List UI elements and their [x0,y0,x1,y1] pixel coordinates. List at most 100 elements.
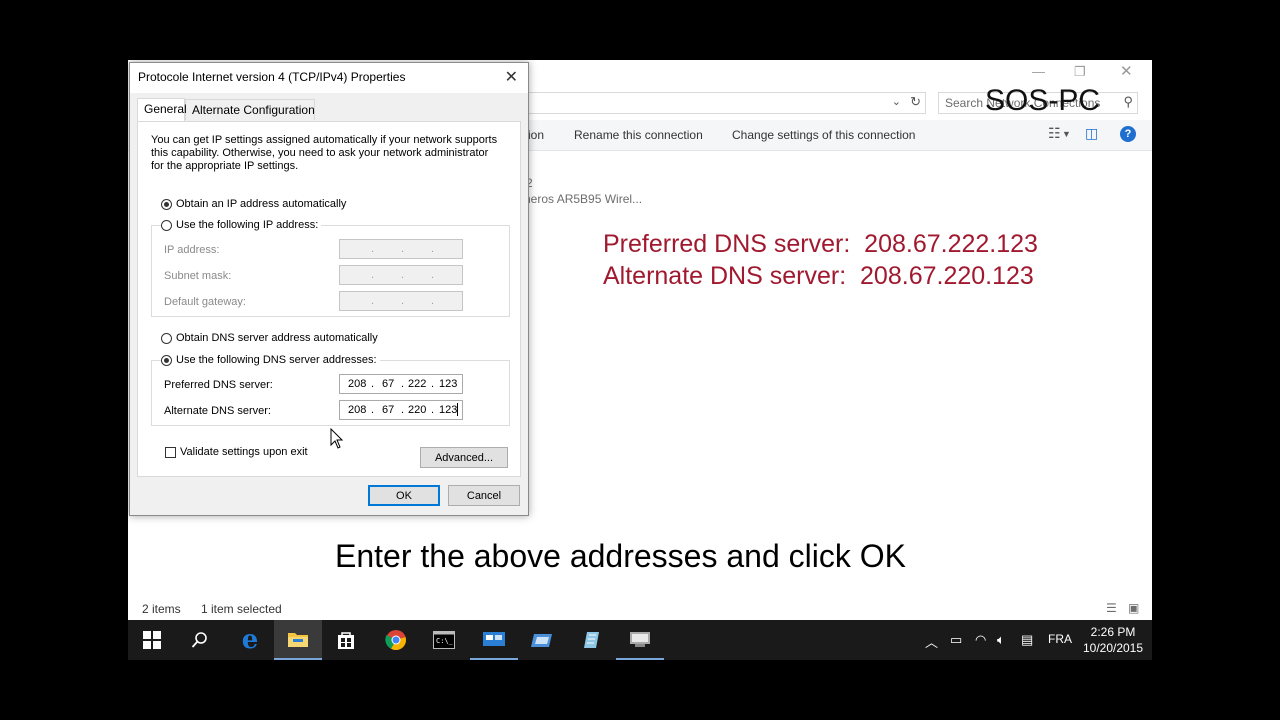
instruction-caption: Enter the above addresses and click OK [335,538,906,574]
obtain-ip-auto-label: Obtain an IP address automatically [176,198,347,210]
advanced-button[interactable]: Advanced... [420,447,508,468]
preferred-dns-field[interactable]: 208 . 67 . 222 . 123 [339,374,463,394]
network-adapter-icon [630,632,650,647]
tab-general[interactable]: General [137,98,187,121]
text-caret [457,403,458,416]
ok-button[interactable]: OK [368,485,440,506]
use-following-dns-label: Use the following DNS server addresses: [176,354,377,366]
overlay-preferred-dns: Preferred DNS server: 208.67.222.123 [603,230,1038,258]
details-view-icon[interactable]: ☰ [1106,601,1117,615]
radio-unselected-icon [161,332,172,344]
notepad-icon [584,632,599,648]
status-bar: 2 items 1 item selected ☰ ▣ [128,600,1152,620]
default-gateway-field: ... [339,291,463,311]
use-following-ip-label: Use the following IP address: [176,219,319,231]
radio-unselected-icon [161,219,172,231]
alternate-dns-octet-2: 67 [382,404,395,416]
command-prompt-button[interactable]: C:\_ [420,620,468,660]
alternate-dns-octet-4: 123 [439,404,458,416]
window-icon [531,634,552,647]
clock-time: 2:26 PM [1090,625,1136,639]
restore-icon[interactable]: ❐ [1074,64,1086,80]
ip-address-field: ... [339,239,463,259]
tab-alternate-configuration[interactable]: Alternate Configuration [185,99,315,120]
view-options-icon[interactable]: ☷ [1048,125,1061,142]
store-button[interactable] [322,620,370,660]
network-app-button[interactable] [470,620,518,660]
obtain-ip-auto-radio[interactable]: Obtain an IP address automatically [161,198,346,210]
chrome-button[interactable] [372,620,420,660]
clock[interactable]: 2:26 PM 10/20/2015 [1078,624,1148,656]
file-explorer-button[interactable] [274,620,322,660]
search-taskbar-button[interactable] [176,620,224,660]
default-gateway-label: Default gateway: [164,296,246,308]
overlay-alternate-dns: Alternate DNS server: 208.67.220.123 [603,262,1034,290]
svg-text:C:\_: C:\_ [436,637,454,645]
mouse-cursor-icon [330,428,344,449]
use-following-ip-radio[interactable]: Use the following IP address: [161,219,322,231]
preferred-dns-octet-1: 208 [348,378,367,390]
windows-logo-icon [143,631,161,649]
search-icon[interactable]: ⚲ [1123,94,1133,110]
wifi-icon[interactable]: ◠ [975,632,986,648]
ip-address-label: IP address: [164,244,220,256]
preferred-dns-label: Preferred DNS server: [164,379,273,391]
refresh-icon[interactable]: ↻ [910,94,921,110]
search-icon [191,632,207,648]
command-partial[interactable]: ion [528,128,544,142]
terminal-icon: C:\_ [433,631,455,649]
ipv4-properties-dialog: Protocole Internet version 4 (TCP/IPv4) … [129,62,529,516]
address-bar[interactable]: ⌄ ↻ [526,92,926,114]
preferred-dns-octet-2: 67 [382,378,395,390]
close-icon[interactable]: ✕ [505,67,518,87]
alternate-dns-label: Alternate DNS server: [164,405,271,417]
description-text: You can get IP settings assigned automat… [151,134,498,172]
minimize-icon[interactable]: — [1032,64,1045,79]
taskbar: e C:\_ ︿ ▭ ◠ 🔈︎ ▤ FRA 2:26 PM 10/20/2015 [128,620,1152,660]
folder-icon [288,633,308,647]
preview-pane-icon[interactable]: ◫ [1085,125,1098,142]
dialog-title: Protocole Internet version 4 (TCP/IPv4) … [138,70,406,84]
chevron-down-icon[interactable]: ⌄ [892,95,901,108]
help-icon[interactable]: ? [1120,126,1136,142]
subnet-mask-field: ... [339,265,463,285]
battery-icon[interactable]: ▭ [950,632,962,648]
language-indicator[interactable]: FRA [1048,632,1072,646]
network-connections-icon [483,632,505,646]
chevron-up-icon[interactable]: ︿ [925,632,938,651]
subnet-mask-label: Subnet mask: [164,270,232,282]
alternate-dns-octet-1: 208 [348,404,367,416]
obtain-dns-auto-label: Obtain DNS server address automatically [176,332,378,344]
radio-selected-icon [161,198,172,210]
radio-selected-icon [161,354,172,366]
network-properties-button[interactable] [616,620,664,660]
validate-settings-label: Validate settings upon exit [180,446,308,458]
general-tab-panel: You can get IP settings assigned automat… [137,121,521,477]
change-settings-button[interactable]: Change settings of this connection [732,128,915,142]
edge-icon: e [241,625,259,655]
desktop-screen: — ❐ ✕ ⌄ ↻ Search Network Connections ⚲ S… [128,60,1152,660]
store-icon [338,632,354,649]
validate-settings-checkbox[interactable]: Validate settings upon exit [165,446,308,458]
watermark-logo: SOS-PC [985,84,1101,117]
chrome-icon [385,630,406,651]
notepad-button[interactable] [568,620,616,660]
cancel-button[interactable]: Cancel [448,485,520,506]
close-icon[interactable]: ✕ [1120,62,1133,80]
notifications-icon[interactable]: ▤ [1021,632,1033,648]
start-button[interactable] [128,620,176,660]
chevron-down-icon[interactable]: ▼ [1062,129,1071,139]
rename-connection-button[interactable]: Rename this connection [574,128,703,142]
alternate-dns-field[interactable]: 208 . 67 . 220 . 123 [339,400,463,420]
clock-date: 10/20/2015 [1082,641,1144,655]
control-panel-button[interactable] [518,620,566,660]
volume-icon[interactable]: 🔈︎ [997,632,1005,648]
selected-count: 1 item selected [201,602,282,616]
dialog-titlebar[interactable]: Protocole Internet version 4 (TCP/IPv4) … [130,63,528,93]
items-count: 2 items [142,602,181,616]
connection-device: heros AR5B95 Wirel... [524,192,643,206]
large-icons-view-icon[interactable]: ▣ [1128,601,1139,615]
obtain-dns-auto-radio[interactable]: Obtain DNS server address automatically [161,332,378,344]
edge-button[interactable]: e [226,620,274,660]
use-following-dns-radio[interactable]: Use the following DNS server addresses: [161,354,380,366]
